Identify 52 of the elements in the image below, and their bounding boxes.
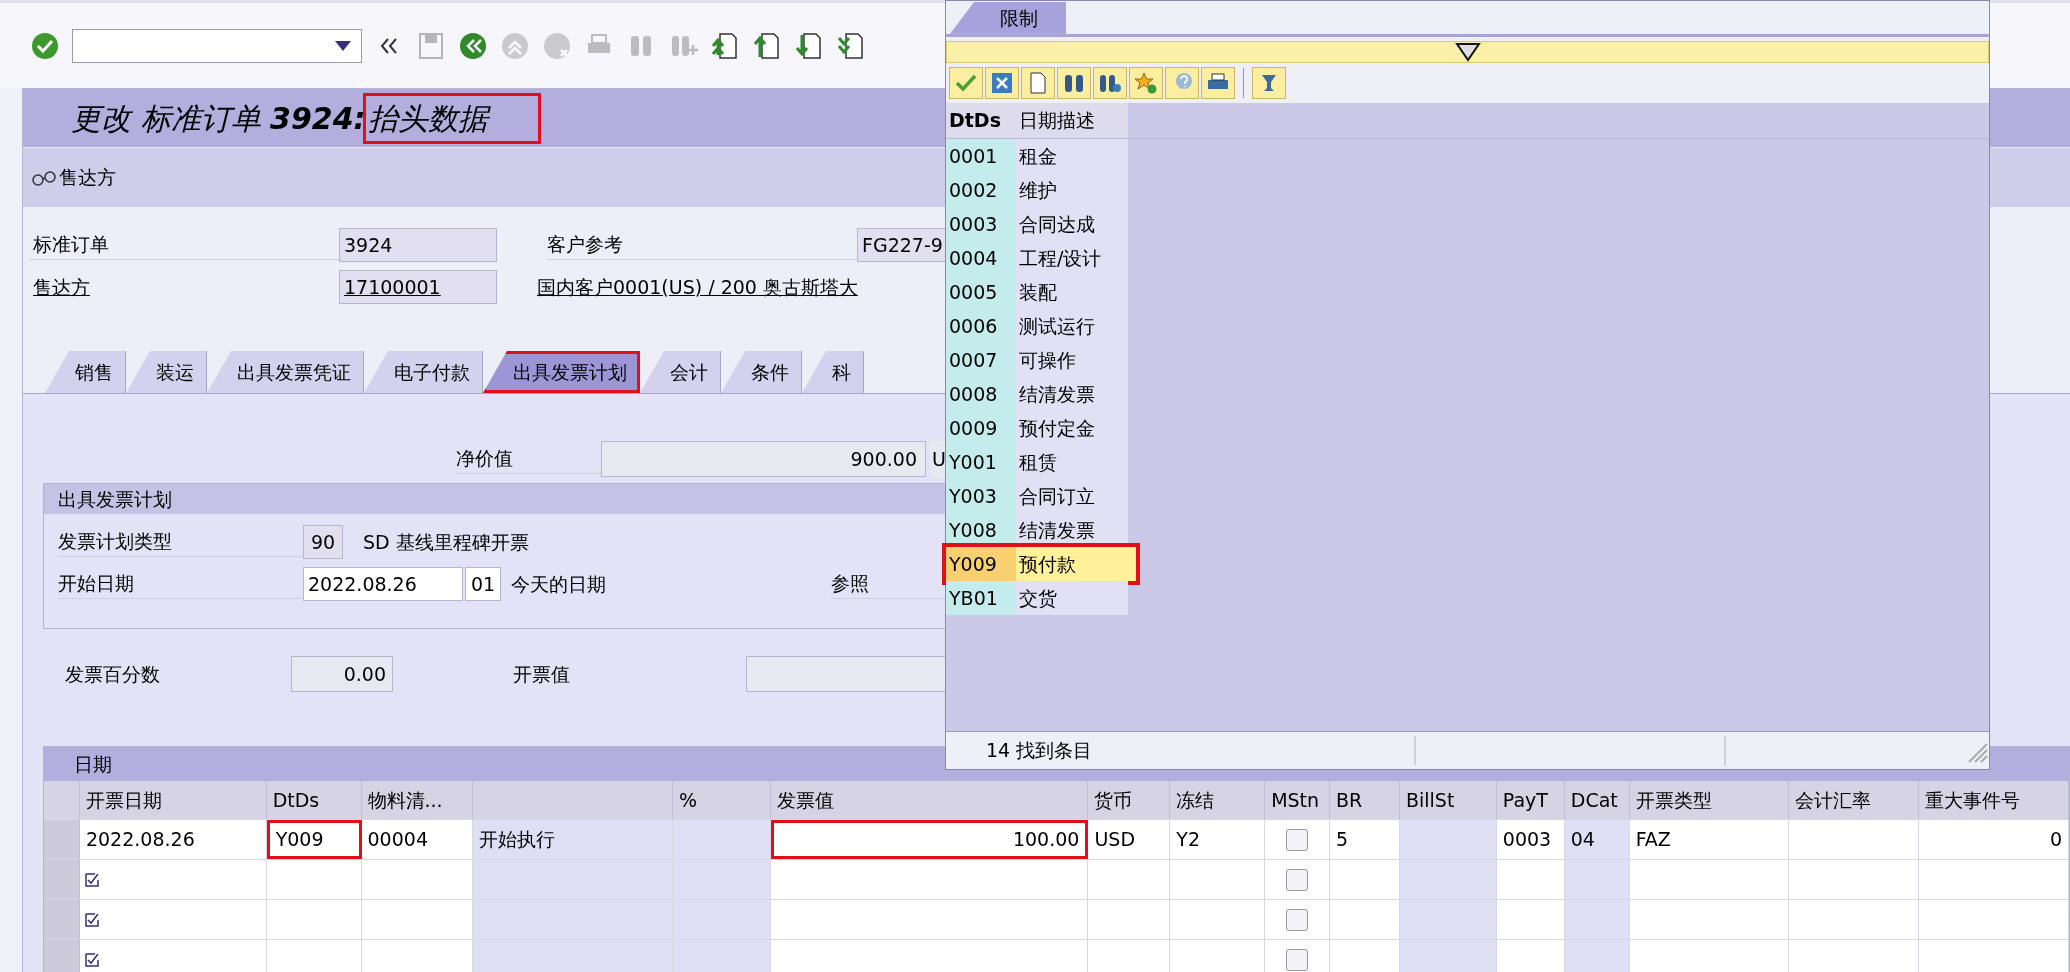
- table-cell: 开始执行: [473, 820, 674, 859]
- billing-percent-field: 0.00: [291, 656, 393, 692]
- date-description-cell: 预付款: [1016, 547, 1136, 581]
- table-cell: USD: [1088, 820, 1171, 859]
- date-code-cell: 0007: [946, 343, 1016, 377]
- table-cell: 2022.08.26: [79, 820, 267, 859]
- order-number-field: 3924: [339, 228, 497, 262]
- date-description-cell: 装配: [1016, 275, 1128, 309]
- date-code-cell: 0008: [946, 377, 1016, 411]
- table-cell: 0: [1919, 820, 2069, 859]
- table-cell: 5: [1330, 820, 1400, 859]
- date-code-cell: YB01: [946, 581, 1016, 615]
- date-description-cell: 工程/设计: [1016, 241, 1128, 275]
- status-text: 14 找到条目: [946, 736, 1416, 765]
- date-code-cell: 0009: [946, 411, 1016, 445]
- date-code-cell: 0002: [946, 173, 1016, 207]
- table-cell: 0003: [1496, 820, 1565, 859]
- net-value-field: 900.00: [601, 441, 926, 477]
- date-description-cell: 测试运行: [1016, 309, 1128, 343]
- field-label: 标准订单: [29, 230, 339, 260]
- date-description-cell: 交货: [1016, 581, 1128, 615]
- table-cell: 04: [1564, 820, 1630, 859]
- date-description-cell: 合同达成: [1016, 207, 1128, 241]
- plan-type-field: 90: [303, 525, 343, 559]
- date-code-cell: 0006: [946, 309, 1016, 343]
- date-description-cell: 维护: [1016, 173, 1128, 207]
- date-rule-description: 今天的日期: [511, 571, 607, 597]
- date-description-cell: 预付定金: [1016, 411, 1128, 445]
- date-description-cell: 合同订立: [1016, 479, 1128, 513]
- table-cell: 100.00: [770, 820, 1089, 859]
- window-title: 更改 标准订单 3924:: [71, 99, 366, 138]
- sold-to-party-field: 17100001: [339, 270, 497, 304]
- date-code-cell: Y009: [946, 547, 1016, 581]
- table-cell: Y009: [266, 820, 362, 859]
- date-code-cell: 0003: [946, 207, 1016, 241]
- table-cell: Y2: [1170, 820, 1266, 859]
- table-cell: 00004: [361, 820, 474, 859]
- date-description-cell: 租金: [1016, 139, 1128, 173]
- date-description-cell: 可操作: [1016, 343, 1128, 377]
- date-code-cell: 0004: [946, 241, 1016, 275]
- plan-type-description: SD 基线里程碑开票: [363, 529, 529, 555]
- field-label: 客户参考: [547, 230, 857, 260]
- date-code-cell: 0001: [946, 139, 1016, 173]
- date-code-cell: Y001: [946, 445, 1016, 479]
- field-label: 发票百分数: [65, 661, 161, 687]
- field-label: 开票值: [513, 661, 571, 687]
- date-code-cell: 0005: [946, 275, 1016, 309]
- date-code-cell: Y003: [946, 479, 1016, 513]
- date-description-cell: 租赁: [1016, 445, 1128, 479]
- window-title-suffix: 抬头数据: [365, 95, 538, 141]
- date-description-cell: 结清发票: [1016, 377, 1128, 411]
- table-cell: FAZ: [1629, 820, 1790, 859]
